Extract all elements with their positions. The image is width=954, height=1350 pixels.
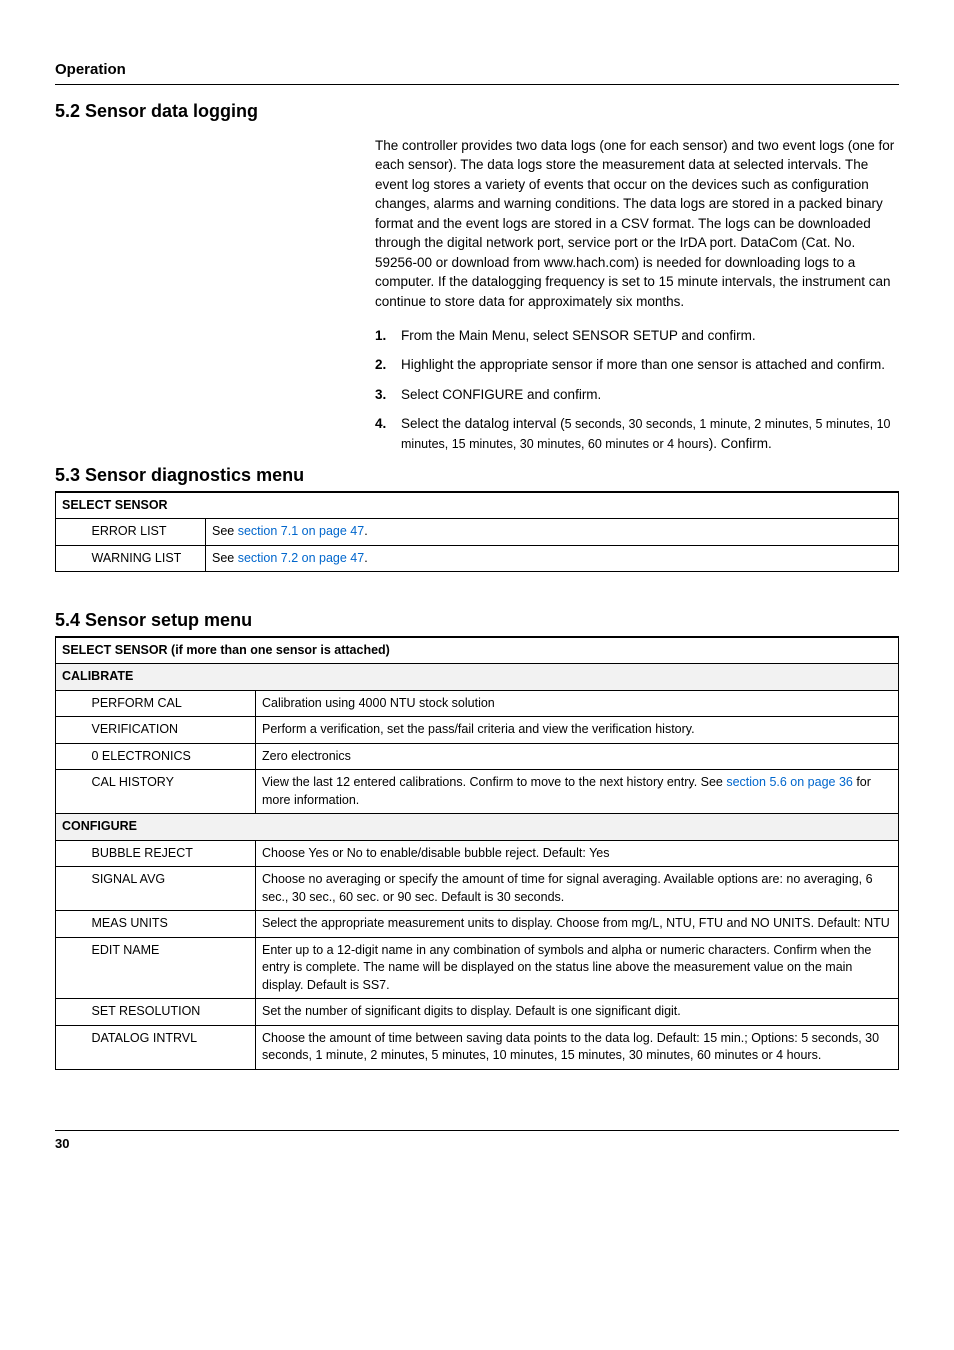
row-name: BUBBLE REJECT <box>86 840 256 867</box>
heading-5-4: 5.4 Sensor setup menu <box>55 608 899 636</box>
row-name: WARNING LIST <box>86 545 206 572</box>
step-num: 3. <box>375 385 401 405</box>
setup-table: SELECT SENSOR (if more than one sensor i… <box>55 637 899 1070</box>
table-header: SELECT SENSOR <box>56 492 899 519</box>
row-name: CAL HISTORY <box>86 770 256 814</box>
row-name: VERIFICATION <box>86 717 256 744</box>
table-row: EDIT NAME Enter up to a 12-digit name in… <box>56 937 899 999</box>
diagnostics-table: SELECT SENSOR ERROR LIST See section 7.1… <box>55 492 899 573</box>
row-name: EDIT NAME <box>86 937 256 999</box>
step-1: 1. From the Main Menu, select SENSOR SET… <box>375 326 899 346</box>
table-row: PERFORM CAL Calibration using 4000 NTU s… <box>56 690 899 717</box>
link-7-1[interactable]: section 7.1 on page 47 <box>238 524 365 538</box>
row-desc: Choose the amount of time between saving… <box>256 1025 899 1069</box>
row-name: DATALOG INTRVL <box>86 1025 256 1069</box>
indent-cell <box>56 937 86 999</box>
page-number: 30 <box>55 1130 899 1153</box>
row-desc: Select the appropriate measurement units… <box>256 911 899 938</box>
row-name: 0 ELECTRONICS <box>86 743 256 770</box>
paragraph-5-2: The controller provides two data logs (o… <box>375 136 899 312</box>
table-row: SIGNAL AVG Choose no averaging or specif… <box>56 867 899 911</box>
row-desc: Calibration using 4000 NTU stock solutio… <box>256 690 899 717</box>
table-row: MEAS UNITS Select the appropriate measur… <box>56 911 899 938</box>
link-5-6[interactable]: section 5.6 on page 36 <box>726 775 853 789</box>
link-7-2[interactable]: section 7.2 on page 47 <box>238 551 365 565</box>
group-label: CONFIGURE <box>56 814 899 841</box>
group-configure: CONFIGURE <box>56 814 899 841</box>
indent-cell <box>56 867 86 911</box>
table-header: SELECT SENSOR (if more than one sensor i… <box>56 637 899 664</box>
row-desc: Perform a verification, set the pass/fai… <box>256 717 899 744</box>
row-desc: See section 7.2 on page 47. <box>206 545 899 572</box>
indent-cell <box>56 519 86 546</box>
indent-cell <box>56 999 86 1026</box>
table-row: DATALOG INTRVL Choose the amount of time… <box>56 1025 899 1069</box>
page-header: Operation <box>55 60 899 85</box>
row-name: PERFORM CAL <box>86 690 256 717</box>
step-num: 2. <box>375 355 401 375</box>
step-num: 1. <box>375 326 401 346</box>
indent-cell <box>56 1025 86 1069</box>
row-name: MEAS UNITS <box>86 911 256 938</box>
indent-cell <box>56 911 86 938</box>
row-desc: See section 7.1 on page 47. <box>206 519 899 546</box>
step-text: Select the datalog interval (5 seconds, … <box>401 414 899 453</box>
table-row: 0 ELECTRONICS Zero electronics <box>56 743 899 770</box>
steps-list: 1. From the Main Menu, select SENSOR SET… <box>375 326 899 454</box>
row-desc: View the last 12 entered calibrations. C… <box>256 770 899 814</box>
heading-5-2: 5.2 Sensor data logging <box>55 99 899 123</box>
step-text: Highlight the appropriate sensor if more… <box>401 355 885 375</box>
group-calibrate: CALIBRATE <box>56 664 899 691</box>
step-text: From the Main Menu, select SENSOR SETUP … <box>401 326 756 346</box>
table-row: WARNING LIST See section 7.2 on page 47. <box>56 545 899 572</box>
indent-cell <box>56 770 86 814</box>
row-desc: Enter up to a 12-digit name in any combi… <box>256 937 899 999</box>
step-text: Select CONFIGURE and confirm. <box>401 385 601 405</box>
indent-cell <box>56 545 86 572</box>
step-3: 3. Select CONFIGURE and confirm. <box>375 385 899 405</box>
row-desc: Choose Yes or No to enable/disable bubbl… <box>256 840 899 867</box>
table-row: ERROR LIST See section 7.1 on page 47. <box>56 519 899 546</box>
table-header-row: SELECT SENSOR (if more than one sensor i… <box>56 637 899 664</box>
row-name: ERROR LIST <box>86 519 206 546</box>
step-num: 4. <box>375 414 401 453</box>
row-desc: Set the number of significant digits to … <box>256 999 899 1026</box>
indent-cell <box>56 840 86 867</box>
table-row: CAL HISTORY View the last 12 entered cal… <box>56 770 899 814</box>
indent-cell <box>56 743 86 770</box>
row-desc: Zero electronics <box>256 743 899 770</box>
heading-5-3: 5.3 Sensor diagnostics menu <box>55 463 899 491</box>
row-desc: Choose no averaging or specify the amoun… <box>256 867 899 911</box>
table-header-row: SELECT SENSOR <box>56 492 899 519</box>
indent-cell <box>56 690 86 717</box>
indent-cell <box>56 717 86 744</box>
step-2: 2. Highlight the appropriate sensor if m… <box>375 355 899 375</box>
table-row: VERIFICATION Perform a verification, set… <box>56 717 899 744</box>
group-label: CALIBRATE <box>56 664 899 691</box>
row-name: SIGNAL AVG <box>86 867 256 911</box>
table-row: SET RESOLUTION Set the number of signifi… <box>56 999 899 1026</box>
step-4: 4. Select the datalog interval (5 second… <box>375 414 899 453</box>
table-row: BUBBLE REJECT Choose Yes or No to enable… <box>56 840 899 867</box>
row-name: SET RESOLUTION <box>86 999 256 1026</box>
